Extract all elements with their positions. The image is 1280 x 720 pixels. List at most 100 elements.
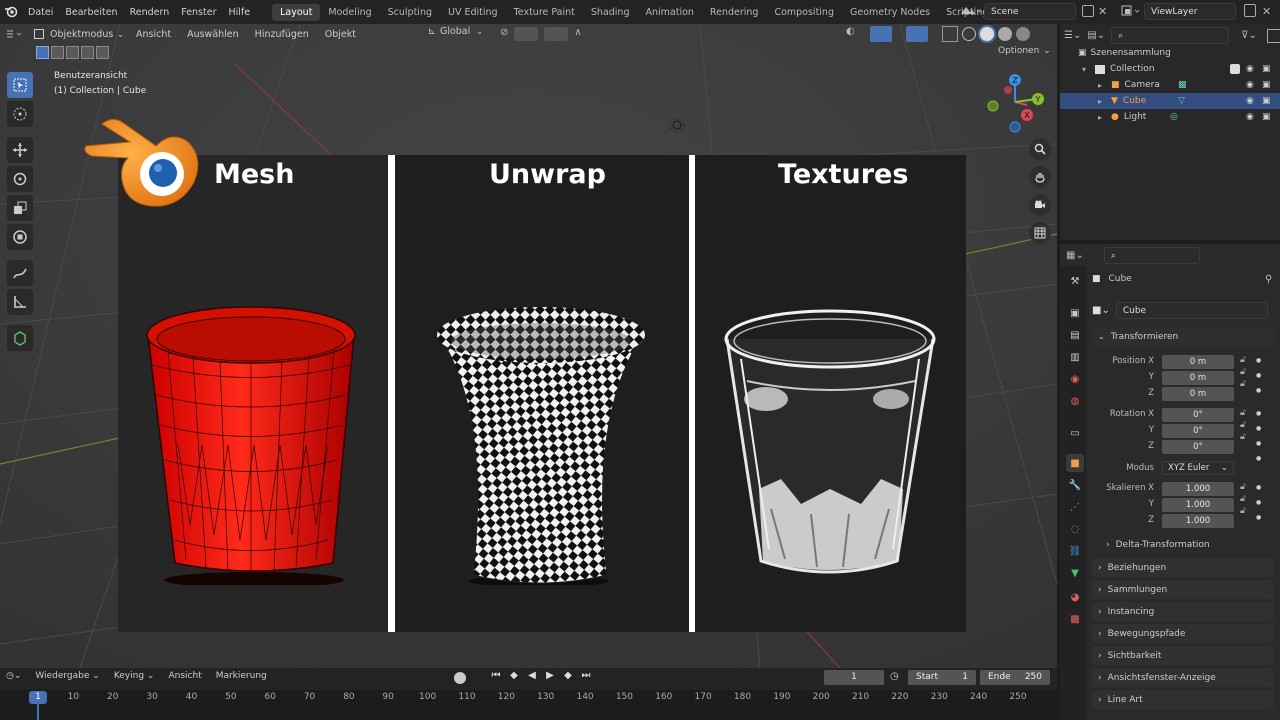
editor-type-icon[interactable] [0, 28, 30, 40]
tab-layout[interactable]: Layout [272, 3, 321, 21]
scene-icon[interactable] [958, 3, 982, 22]
menu-hilfe[interactable]: Hilfe [223, 7, 257, 18]
menu-hinzufuegen[interactable]: Hinzufügen [247, 29, 317, 40]
camera-render-icon[interactable]: ▣ [1262, 64, 1271, 74]
scale-tool[interactable] [7, 195, 33, 221]
keyframe-dot-icon[interactable]: ● [1256, 499, 1261, 506]
3d-viewport[interactable]: Objektmodus ⌄ Ansicht Auswählen Hinzufüg… [0, 24, 1057, 668]
end-frame-field[interactable]: Ende 250 [980, 670, 1050, 685]
next-keyframe-icon[interactable]: ◆ [560, 670, 576, 681]
tab-compositing[interactable]: Compositing [766, 4, 842, 21]
play-icon[interactable]: ▶ [542, 670, 558, 681]
menu-rendern[interactable]: Rendern [124, 7, 176, 18]
select-mode-intersect-icon[interactable] [96, 46, 109, 59]
delete-scene-icon[interactable]: ✕ [1098, 5, 1107, 18]
lock-icon[interactable]: 🔓︎ [1240, 355, 1246, 365]
output-tab-icon[interactable]: ▤ [1066, 326, 1084, 344]
transform-panel-header[interactable]: ⌄ Transformieren [1092, 327, 1274, 346]
rotation-x-field[interactable]: 0° [1162, 408, 1234, 422]
menu-ansicht-timeline[interactable]: Ansicht [168, 671, 201, 681]
expand-right-icon[interactable]: ▸ [1098, 113, 1108, 122]
panel-sammlungen[interactable]: › Sammlungen [1092, 580, 1274, 599]
panel-ansichtsfenster-anzeige[interactable]: › Ansichtsfenster-Anzeige [1092, 668, 1274, 687]
eye-icon[interactable]: ◉ [1246, 96, 1254, 106]
checkbox-icon[interactable] [1230, 64, 1240, 74]
select-mode-invert-icon[interactable] [81, 46, 94, 59]
measure-tool[interactable] [7, 289, 33, 315]
lock-icon[interactable]: 🔓︎ [1240, 420, 1246, 430]
rotation-mode-dropdown[interactable]: XYZ Euler ⌄ [1162, 461, 1234, 475]
move-tool[interactable] [7, 137, 33, 163]
position-x-field[interactable]: 0 m [1162, 355, 1234, 369]
lock-icon[interactable]: 🔓︎ [1240, 408, 1246, 418]
eye-icon[interactable]: ◉ [1246, 112, 1254, 122]
overlay-toggle-icon[interactable] [906, 26, 928, 42]
xray-icon[interactable] [942, 26, 958, 42]
stopwatch-icon[interactable]: ◷ [890, 671, 899, 682]
menu-datei[interactable]: Datei [22, 7, 59, 18]
rotation-y-field[interactable]: 0° [1162, 424, 1234, 438]
snap-icon[interactable] [514, 27, 539, 41]
panel-sichtbarkeit[interactable]: › Sichtbarkeit [1092, 646, 1274, 665]
menu-markierung[interactable]: Markierung [216, 671, 267, 681]
new-collection-icon[interactable] [1266, 28, 1280, 43]
data-tab-icon[interactable]: ▼ [1066, 564, 1084, 582]
outliner-scene-collection[interactable]: ▣ Szenensammlung [1060, 45, 1280, 61]
keyframe-dot-icon[interactable]: ● [1256, 387, 1261, 394]
outliner-display-mode-icon[interactable]: ▤⌄ [1087, 30, 1105, 41]
keyframe-dot-icon[interactable]: ● [1256, 410, 1261, 417]
camera-render-icon[interactable]: ▣ [1262, 80, 1271, 90]
tab-geometry-nodes[interactable]: Geometry Nodes [842, 4, 938, 21]
lock-icon[interactable]: 🔓︎ [1240, 432, 1246, 442]
perspective-toggle-icon[interactable] [1029, 222, 1051, 244]
menu-fenster[interactable]: Fenster [175, 7, 222, 18]
lock-icon[interactable]: 🔓︎ [1240, 367, 1246, 377]
panel-bewegungspfade[interactable]: › Bewegungspfade [1092, 624, 1274, 643]
tab-uv-editing[interactable]: UV Editing [440, 4, 506, 21]
pan-hand-icon[interactable] [1029, 166, 1051, 188]
lock-icon[interactable]: 🔓︎ [1240, 506, 1246, 516]
transform-tool[interactable] [7, 224, 33, 250]
snap-target-icon[interactable] [544, 27, 569, 41]
jump-end-icon[interactable]: ⏭ [578, 670, 594, 681]
add-cube-tool[interactable] [7, 325, 33, 351]
expand-right-icon[interactable]: ▸ [1098, 81, 1108, 90]
tab-animation[interactable]: Animation [637, 4, 701, 21]
render-tab-icon[interactable]: ▣ [1066, 304, 1084, 322]
material-tab-icon[interactable]: ◕ [1066, 588, 1084, 606]
properties-search-input[interactable]: ⌕ [1103, 247, 1200, 264]
position-y-field[interactable]: 0 m [1162, 371, 1234, 385]
position-z-field[interactable]: 0 m [1162, 387, 1234, 401]
outliner-item-camera[interactable]: ▸ ■ Camera ▩ ◉ ▣ [1060, 77, 1280, 93]
shading-rendered-icon[interactable] [1016, 27, 1030, 41]
keyframe-dot-icon[interactable]: ● [1256, 357, 1261, 364]
outliner-item-light[interactable]: ▸ ● Light ◎ ◉ ▣ [1060, 109, 1280, 125]
options-dropdown[interactable]: Optionen ⌄ [998, 46, 1051, 56]
outliner-item-collection[interactable]: ▾ Collection ◉ ▣ [1060, 61, 1280, 77]
cursor-tool[interactable] [7, 101, 33, 127]
constraints-tab-icon[interactable]: ⛓ [1066, 542, 1084, 560]
annotate-tool[interactable] [7, 260, 33, 286]
timeline-editor-type-icon[interactable]: ◷⌄ [6, 671, 21, 681]
keyframe-dot-icon[interactable]: ● [1256, 372, 1261, 379]
pin-icon[interactable]: ⚲ [1265, 274, 1272, 285]
keyframe-dot-icon[interactable]: ● [1256, 455, 1261, 462]
select-mode-subtract-icon[interactable] [66, 46, 79, 59]
menu-wiedergabe[interactable]: Wiedergabe ⌄ [35, 671, 99, 681]
eye-icon[interactable]: ◉ [1246, 80, 1254, 90]
tab-sculpting[interactable]: Sculpting [380, 4, 440, 21]
expand-right-icon[interactable]: ▸ [1098, 97, 1108, 106]
keyframe-dot-icon[interactable]: ● [1256, 514, 1261, 521]
tab-rendering[interactable]: Rendering [702, 4, 767, 21]
visibility-icon[interactable]: ◐ [846, 26, 866, 42]
proportional-edit-icon[interactable]: ∧ [574, 27, 581, 41]
select-mode-extend-icon[interactable] [51, 46, 64, 59]
zoom-icon[interactable] [1029, 138, 1051, 160]
expand-down-icon[interactable]: ▾ [1082, 65, 1092, 74]
lock-icon[interactable]: 🔓︎ [1240, 494, 1246, 504]
outliner-editor-type-icon[interactable]: ☰⌄ [1064, 30, 1081, 41]
lock-icon[interactable]: 🔓︎ [1240, 379, 1246, 389]
select-box-tool[interactable] [7, 72, 33, 98]
shading-wireframe-icon[interactable] [962, 27, 976, 41]
panel-line-art[interactable]: › Line Art [1092, 690, 1274, 709]
